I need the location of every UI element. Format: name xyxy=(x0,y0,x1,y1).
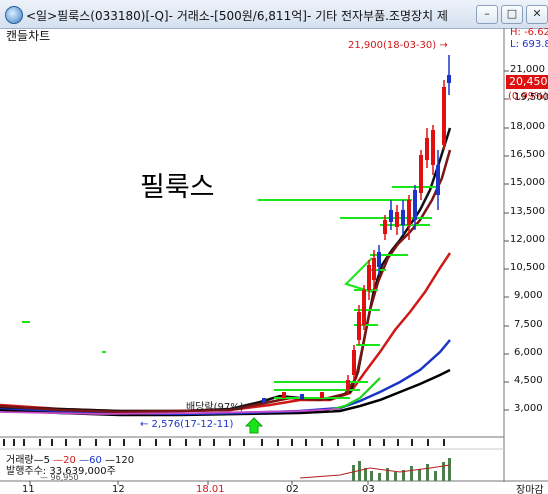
y-tick-label: 7,500 xyxy=(514,319,543,330)
high-readout: H: -6.62 xyxy=(510,27,548,38)
y-tick-label: 4,500 xyxy=(514,375,543,386)
y-tick-label: 3,000 xyxy=(514,403,543,414)
chart-window: <일>필룩스(033180)[-Q]- 거래소-[500원/6,811억]- 기… xyxy=(0,0,548,494)
min-price-annotation: ← 2,576(17-12-11) xyxy=(140,419,234,430)
buy-signal-arrow-icon xyxy=(244,417,264,434)
ma120-legend: 120 xyxy=(115,455,135,466)
y-tick-label: 16,500 xyxy=(510,149,545,160)
y-tick-label: 15,000 xyxy=(510,177,545,188)
volume-value-partial: — 96,950 xyxy=(40,473,79,482)
ma20-line xyxy=(0,252,452,413)
x-tick-label: 18.01 xyxy=(196,484,225,494)
ma10-line xyxy=(0,149,452,414)
tick-strip xyxy=(3,439,445,446)
y-tick-label: 19,500 xyxy=(514,92,548,103)
y-tick-label: 21,000 xyxy=(510,64,545,75)
y-tick-label: 6,000 xyxy=(514,347,543,358)
volume-bars xyxy=(299,458,451,481)
current-price-badge: 20,450 xyxy=(506,75,548,89)
y-tick-label: 9,000 xyxy=(514,290,543,301)
stock-name-watermark: 필룩스 xyxy=(140,172,215,203)
y-tick-label: 13,500 xyxy=(510,206,545,217)
y-tick-label: 10,500 xyxy=(510,262,545,273)
x-tick-label: 11 xyxy=(22,484,35,494)
price-axis-ticks xyxy=(504,70,509,411)
dividend-annotation: 배당락(97%) xyxy=(186,402,244,413)
y-tick-label: 18,000 xyxy=(510,121,545,132)
price-chart[interactable] xyxy=(0,0,548,494)
low-readout: L: 693.8 xyxy=(510,39,548,50)
max-price-annotation: 21,900(18-03-30) → xyxy=(348,40,448,51)
x-tick-label: 02 xyxy=(286,484,299,494)
chart-type-label: 캔들차트 xyxy=(6,29,51,43)
y-tick-label: 12,000 xyxy=(510,234,545,245)
x-tick-label: 12 xyxy=(112,484,125,494)
candlesticks xyxy=(262,55,451,403)
x-tick-label: 03 xyxy=(362,484,375,494)
market-status-label: 장마감 xyxy=(516,485,544,494)
